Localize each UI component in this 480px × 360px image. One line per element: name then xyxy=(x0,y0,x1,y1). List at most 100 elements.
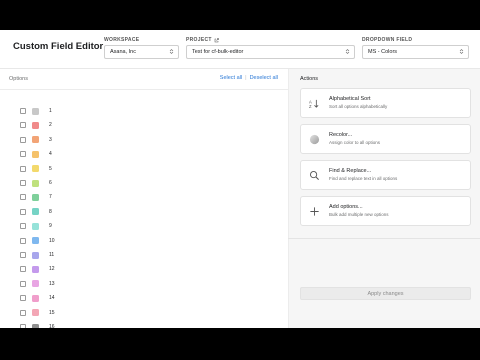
project-label-row: PROJECT xyxy=(186,36,355,44)
option-row[interactable]: 15 xyxy=(0,306,288,320)
project-label: PROJECT xyxy=(186,37,212,43)
workspace-label: WORKSPACE xyxy=(104,37,140,43)
option-label: 4 xyxy=(49,151,52,158)
plus-icon xyxy=(310,207,319,216)
option-label: 3 xyxy=(49,136,52,143)
option-row[interactable]: 7 xyxy=(0,190,288,204)
option-row[interactable]: 6 xyxy=(0,176,288,190)
option-label: 16 xyxy=(49,324,55,328)
option-checkbox[interactable] xyxy=(20,136,26,143)
option-label: 6 xyxy=(49,180,52,186)
action-description: Assign color to all options xyxy=(329,140,381,145)
option-checkbox[interactable] xyxy=(20,266,26,273)
option-row[interactable]: 13 xyxy=(0,277,288,291)
project-value: Test for cf-bulk-editor xyxy=(192,49,244,55)
option-label: 15 xyxy=(49,309,55,316)
chevron-updown-icon xyxy=(345,49,350,54)
option-checkbox[interactable] xyxy=(20,108,26,114)
option-color-swatch[interactable] xyxy=(32,265,39,273)
option-checkbox[interactable] xyxy=(20,252,26,258)
option-checkbox[interactable] xyxy=(20,237,26,244)
select-all-link[interactable]: Select all xyxy=(220,75,242,81)
option-color-swatch[interactable] xyxy=(32,136,39,144)
header-bar: Custom Field Editor WORKSPACE Asana, Inc… xyxy=(0,30,480,69)
option-color-swatch[interactable] xyxy=(32,121,39,129)
project-field: PROJECT Test for cf-bulk-editor xyxy=(186,36,355,59)
option-color-swatch[interactable] xyxy=(32,237,39,245)
option-label: 12 xyxy=(49,266,55,273)
app-window: Custom Field Editor WORKSPACE Asana, Inc… xyxy=(0,30,480,328)
option-checkbox[interactable] xyxy=(20,280,26,287)
option-label: 11 xyxy=(49,252,55,258)
actions-title: Actions xyxy=(300,76,319,82)
option-checkbox[interactable] xyxy=(20,208,26,215)
video-frame: Custom Field Editor WORKSPACE Asana, Inc… xyxy=(0,0,480,360)
deselect-all-link[interactable]: Deselect all xyxy=(250,75,278,81)
option-checkbox[interactable] xyxy=(20,194,26,201)
option-color-swatch[interactable] xyxy=(32,309,39,317)
option-row[interactable]: 11 xyxy=(0,248,288,262)
footer-divider xyxy=(288,238,480,239)
search-icon xyxy=(310,171,319,180)
option-checkbox[interactable] xyxy=(20,309,26,316)
option-label: 8 xyxy=(49,208,52,215)
option-label: 5 xyxy=(49,165,52,172)
option-color-swatch[interactable] xyxy=(32,251,39,259)
option-color-swatch[interactable] xyxy=(32,222,39,230)
option-color-swatch[interactable] xyxy=(32,165,39,173)
recolor-card[interactable]: Recolor... Assign color to all options xyxy=(300,124,471,154)
actions-panel: Actions A Z Alphabetical Sort Sort all o… xyxy=(288,69,480,328)
option-color-swatch[interactable] xyxy=(32,208,39,216)
option-checkbox[interactable] xyxy=(20,223,26,230)
option-checkbox[interactable] xyxy=(20,295,26,302)
option-label: 9 xyxy=(49,223,52,230)
option-color-swatch[interactable] xyxy=(32,193,39,201)
option-row[interactable]: 16 xyxy=(0,320,288,328)
option-label: 1 xyxy=(49,108,52,114)
option-row[interactable]: 12 xyxy=(0,262,288,276)
find-replace-card[interactable]: Find & Replace... Find and replace text … xyxy=(300,160,471,190)
option-checkbox[interactable] xyxy=(20,151,26,158)
alphabetical-sort-card[interactable]: A Z Alphabetical Sort Sort all options a… xyxy=(300,88,471,118)
option-label: 14 xyxy=(49,295,55,302)
option-color-swatch[interactable] xyxy=(32,150,39,158)
option-row[interactable]: 1 xyxy=(0,104,288,118)
workspace-field: WORKSPACE Asana, Inc xyxy=(104,36,179,59)
external-link-icon[interactable] xyxy=(214,37,219,43)
options-title: Options xyxy=(9,76,28,82)
add-options-card[interactable]: Add options... Bulk add multiple new opt… xyxy=(300,196,471,226)
dropdown-field-select[interactable]: MS - Colors xyxy=(362,45,469,59)
option-row[interactable]: 2 xyxy=(0,118,288,132)
option-checkbox[interactable] xyxy=(20,180,26,186)
action-description: Bulk add multiple new options xyxy=(329,212,389,217)
svg-text:Z: Z xyxy=(309,104,312,109)
option-label: 7 xyxy=(49,194,52,201)
option-row[interactable]: 14 xyxy=(0,291,288,305)
option-color-swatch[interactable] xyxy=(32,294,39,302)
option-checkbox[interactable] xyxy=(20,122,26,129)
workspace-select[interactable]: Asana, Inc xyxy=(104,45,179,59)
option-color-swatch[interactable] xyxy=(32,179,39,187)
option-color-swatch[interactable] xyxy=(32,280,39,288)
options-panel: Options Select all | Deselect all 12345678… xyxy=(0,69,288,328)
option-label: 10 xyxy=(49,237,55,244)
apply-changes-button[interactable]: Apply changes xyxy=(300,287,471,300)
option-label: 13 xyxy=(49,280,55,287)
action-description: Sort all options alphabetically xyxy=(329,104,388,109)
option-row[interactable]: 8 xyxy=(0,205,288,219)
project-select[interactable]: Test for cf-bulk-editor xyxy=(186,45,355,59)
option-row[interactable]: 10 xyxy=(0,234,288,248)
action-title: Add options... xyxy=(329,204,363,210)
option-row[interactable]: 9 xyxy=(0,219,288,233)
option-checkbox[interactable] xyxy=(20,324,26,328)
option-color-swatch[interactable] xyxy=(32,107,39,115)
option-row[interactable]: 3 xyxy=(0,133,288,147)
options-header: Options Select all | Deselect all xyxy=(0,69,288,90)
option-row[interactable]: 5 xyxy=(0,162,288,176)
action-title: Alphabetical Sort xyxy=(329,96,371,102)
option-label: 2 xyxy=(49,122,52,129)
option-row[interactable]: 4 xyxy=(0,147,288,161)
chevron-updown-icon xyxy=(459,49,464,54)
option-color-swatch[interactable] xyxy=(32,323,39,328)
option-checkbox[interactable] xyxy=(20,165,26,172)
